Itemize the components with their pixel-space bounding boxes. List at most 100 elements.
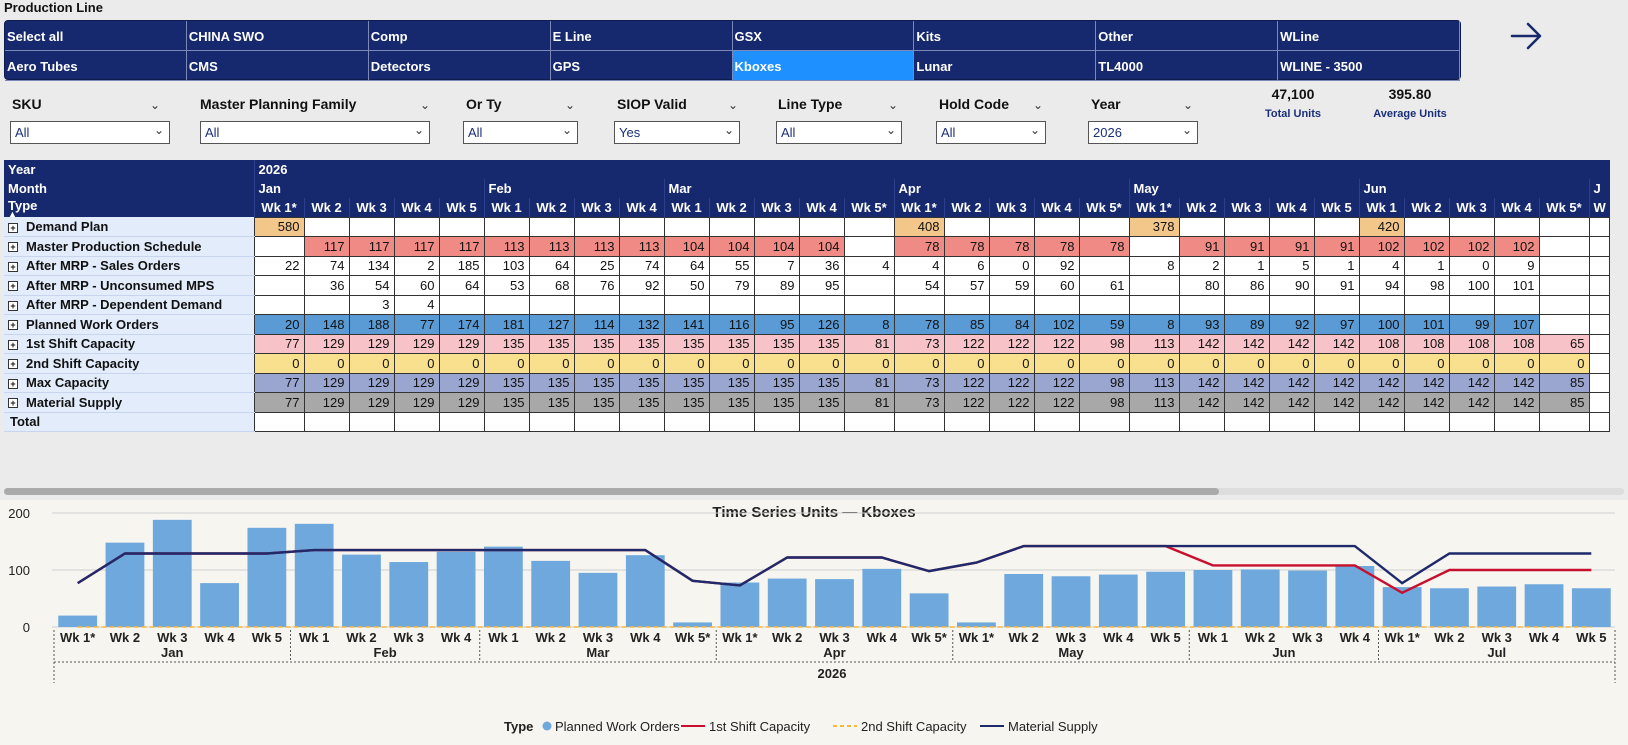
week-header-cell[interactable]: Wk 3 xyxy=(573,198,619,217)
slicer-tile[interactable]: E Line xyxy=(550,21,733,51)
expand-plus-icon[interactable]: + xyxy=(8,378,18,389)
week-header-cell[interactable]: Wk 4 xyxy=(1493,198,1539,217)
chevron-down-icon[interactable]: ⌄ xyxy=(1033,98,1043,112)
week-header-cell[interactable]: Wk 2 xyxy=(1178,198,1224,217)
chevron-down-icon[interactable]: ⌄ xyxy=(728,98,738,112)
month-header-cell[interactable]: Apr xyxy=(893,179,1129,198)
row-label[interactable]: Total xyxy=(4,412,254,432)
chevron-down-icon[interactable]: ⌄ xyxy=(888,98,898,112)
week-header-cell[interactable]: Wk 3 xyxy=(1448,198,1494,217)
month-header-cell[interactable]: Mar xyxy=(663,179,894,198)
expand-plus-icon[interactable]: + xyxy=(8,339,18,350)
month-header-cell[interactable]: Jan xyxy=(253,179,484,198)
table-cell xyxy=(1223,411,1270,432)
week-header-cell[interactable]: Wk 5 xyxy=(1313,198,1359,217)
week-header-cell[interactable]: Wk 4 xyxy=(1033,198,1079,217)
week-header-cell[interactable]: Wk 1 xyxy=(1358,198,1404,217)
row-label[interactable]: + Master Production Schedule xyxy=(4,236,254,257)
filter-dropdown[interactable]: 2026 ⌄ xyxy=(1088,121,1198,144)
slicer-tile[interactable]: Other xyxy=(1096,21,1279,51)
slicer-tile[interactable]: Kboxes xyxy=(732,51,915,81)
filter-dropdown[interactable]: Yes ⌄ xyxy=(614,121,740,144)
expand-plus-icon[interactable]: + xyxy=(8,398,18,409)
horizontal-scrollbar[interactable] xyxy=(4,488,1624,495)
table-cell: 117 xyxy=(393,236,440,257)
arrow-right-icon[interactable] xyxy=(1506,16,1546,56)
row-label[interactable]: + Material Supply xyxy=(4,392,254,413)
row-label[interactable]: +2nd Shift Capacity xyxy=(4,353,254,374)
slicer-tile[interactable]: Select all xyxy=(5,21,187,51)
week-header-cell[interactable]: Wk 1 xyxy=(483,198,529,217)
expand-plus-icon[interactable]: + xyxy=(8,300,18,311)
week-header-cell[interactable]: Wk 4 xyxy=(393,198,439,217)
slicer-tile[interactable]: WLINE - 3500 xyxy=(1278,51,1460,81)
week-header-cell[interactable]: Wk 1* xyxy=(893,198,944,217)
expand-plus-icon[interactable]: + xyxy=(8,359,18,370)
filter-dropdown[interactable]: All ⌄ xyxy=(463,121,578,144)
week-header-cell[interactable]: Wk 3 xyxy=(988,198,1034,217)
slicer-tile[interactable]: GPS xyxy=(550,51,733,81)
month-header-cell[interactable]: Feb xyxy=(483,179,664,198)
table-cell: 2 xyxy=(1178,255,1225,276)
row-label[interactable]: + After MRP - Dependent Demand xyxy=(4,295,254,315)
slicer-tile[interactable]: Kits xyxy=(914,21,1097,51)
week-header-cell[interactable]: Wk 4 xyxy=(1268,198,1314,217)
week-header-cell[interactable]: Wk 4 xyxy=(618,198,664,217)
row-label[interactable]: +1st Shift Capacity xyxy=(4,334,254,354)
week-header-cell[interactable]: Wk 5* xyxy=(1078,198,1129,217)
week-header-cell[interactable]: Wk 5* xyxy=(843,198,894,217)
week-header-cell[interactable]: Wk 2 xyxy=(1403,198,1449,217)
table-cell: 114 xyxy=(573,314,620,335)
scrollbar-thumb[interactable] xyxy=(4,488,1219,495)
week-header-cell[interactable]: Wk 1* xyxy=(253,198,304,217)
week-header-cell[interactable]: Wk 3 xyxy=(1223,198,1269,217)
expand-plus-icon[interactable]: + xyxy=(8,242,18,253)
slicer-tile[interactable]: Aero Tubes xyxy=(5,51,187,81)
slicer-tile[interactable]: GSX xyxy=(732,21,915,51)
week-header-cell[interactable]: Wk 2 xyxy=(303,198,349,217)
filter-dropdown[interactable]: All ⌄ xyxy=(776,121,902,144)
slicer-tile[interactable]: Detectors xyxy=(368,51,551,81)
row-label-text: Max Capacity xyxy=(26,375,110,391)
filter-dropdown[interactable]: All ⌄ xyxy=(200,121,430,144)
chart-bar xyxy=(1004,573,1044,627)
chevron-down-icon[interactable]: ⌄ xyxy=(420,98,430,112)
expand-plus-icon[interactable]: + xyxy=(8,320,18,331)
expand-plus-icon[interactable]: + xyxy=(8,281,18,292)
chevron-down-icon[interactable]: ⌄ xyxy=(565,98,575,112)
week-header-cell[interactable]: W xyxy=(1588,198,1610,217)
slicer-tile[interactable]: WLine xyxy=(1278,21,1460,51)
table-cell: 108 xyxy=(1358,333,1405,354)
week-header-cell[interactable]: Wk 5 xyxy=(438,198,484,217)
week-header-cell[interactable]: Wk 2 xyxy=(708,198,754,217)
chevron-down-icon[interactable]: ⌄ xyxy=(1183,98,1193,112)
month-header-cell[interactable]: May xyxy=(1128,179,1359,198)
week-header-cell[interactable]: Wk 3 xyxy=(753,198,799,217)
row-label[interactable]: + After MRP - Unconsumed MPS xyxy=(4,275,254,296)
row-label[interactable]: + Demand Plan xyxy=(4,217,254,237)
week-header-cell[interactable]: Wk 2 xyxy=(528,198,574,217)
week-header-cell[interactable]: Wk 3 xyxy=(348,198,394,217)
filter-dropdown[interactable]: All ⌄ xyxy=(936,121,1046,144)
table-cell: 142 xyxy=(1493,392,1540,413)
row-label[interactable]: + Max Capacity xyxy=(4,373,254,393)
filter-dropdown[interactable]: All ⌄ xyxy=(10,121,170,144)
row-label[interactable]: + After MRP - Sales Orders xyxy=(4,256,254,276)
month-header-cell[interactable]: Jun xyxy=(1358,179,1589,198)
week-header-cell[interactable]: Wk 2 xyxy=(943,198,989,217)
week-header-cell[interactable]: Wk 4 xyxy=(798,198,844,217)
expand-plus-icon[interactable]: + xyxy=(8,222,18,233)
week-header-cell[interactable]: Wk 1 xyxy=(663,198,709,217)
slicer-tile[interactable]: Lunar xyxy=(914,51,1097,81)
type-header[interactable]: Type ▲ xyxy=(4,198,254,217)
slicer-tile[interactable]: CMS xyxy=(186,51,369,81)
week-header-cell[interactable]: Wk 1* xyxy=(1128,198,1179,217)
month-header-cell[interactable]: J xyxy=(1588,179,1610,198)
chevron-down-icon[interactable]: ⌄ xyxy=(150,98,160,112)
row-label[interactable]: + Planned Work Orders xyxy=(4,314,254,335)
expand-plus-icon[interactable]: + xyxy=(8,261,18,272)
slicer-tile[interactable]: Comp xyxy=(368,21,551,51)
slicer-tile[interactable]: CHINA SWO xyxy=(186,21,369,51)
slicer-tile[interactable]: TL4000 xyxy=(1096,51,1279,81)
week-header-cell[interactable]: Wk 5* xyxy=(1538,198,1589,217)
